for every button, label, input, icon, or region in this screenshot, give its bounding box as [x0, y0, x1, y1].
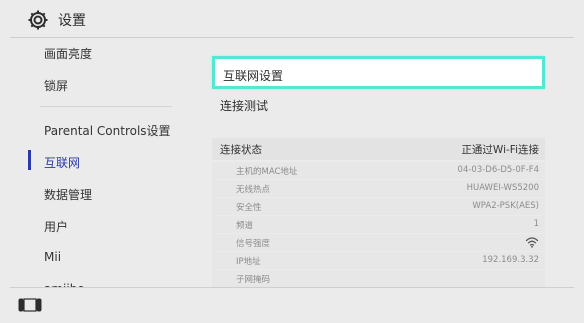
sidebar-item-parental-controls[interactable]: Parental Controls设置 — [44, 122, 171, 139]
info-row: IP地址 192.169.3.32 — [212, 252, 545, 269]
sidebar-item-lock-screen[interactable]: 锁屏 — [44, 77, 68, 94]
wifi-signal-icon — [525, 237, 539, 248]
info-row-value: 192.169.3.32 — [482, 255, 539, 265]
sidebar: 画面亮度 锁屏 Parental Controls设置 互联网 数据管理 用户 … — [0, 38, 190, 296]
info-row: 子网掩码 — [212, 270, 545, 287]
sidebar-item-brightness[interactable]: 画面亮度 — [44, 45, 92, 62]
connection-status-row: 连接状态 正通过Wi-Fi连接 — [212, 138, 545, 160]
info-row-value: WPA2-PSK(AES) — [472, 201, 539, 211]
info-row-label: IP地址 — [236, 257, 261, 267]
internet-settings-button[interactable]: 互联网设置 — [212, 56, 545, 89]
connection-info: 连接状态 正通过Wi-Fi连接 主机的MAC地址 04-03-D6-D5-0F-… — [212, 138, 545, 298]
sidebar-item-data-management[interactable]: 数据管理 — [44, 186, 92, 203]
info-row-value: 1 — [533, 219, 539, 229]
info-row-label: 频道 — [236, 221, 254, 231]
gear-icon — [28, 10, 48, 30]
info-row-value: 04-03-D6-D5-0F-F4 — [457, 165, 539, 175]
header-bar: 设置 — [0, 0, 584, 38]
info-row: 无线热点 HUAWEI-WS5200 — [212, 180, 545, 197]
sidebar-item-users[interactable]: 用户 — [44, 218, 68, 235]
footer-bar — [0, 288, 584, 323]
info-row: 频道 1 — [212, 216, 545, 233]
sidebar-item-mii[interactable]: Mii — [44, 250, 61, 264]
sidebar-active-marker — [28, 150, 31, 170]
info-row-label: 安全性 — [236, 203, 262, 213]
console-icon — [18, 298, 42, 312]
info-row-value: HUAWEI-WS5200 — [466, 183, 539, 193]
info-row-label: 子网掩码 — [236, 275, 271, 285]
info-row-label: 无线热点 — [236, 185, 271, 195]
sidebar-divider — [40, 106, 172, 107]
info-row: 主机的MAC地址 04-03-D6-D5-0F-F4 — [212, 162, 545, 179]
connection-test-button[interactable]: 连接测试 — [212, 90, 545, 123]
info-row-label: 信号强度 — [236, 239, 271, 249]
connection-test-label: 连接测试 — [220, 99, 269, 113]
info-row: 安全性 WPA2-PSK(AES) — [212, 198, 545, 215]
connection-status-label: 连接状态 — [220, 144, 262, 156]
info-row: 信号强度 — [212, 234, 545, 251]
info-row-label: 主机的MAC地址 — [236, 167, 298, 177]
connection-status-value: 正通过Wi-Fi连接 — [461, 144, 539, 156]
page-title: 设置 — [58, 13, 86, 29]
internet-settings-label: 互联网设置 — [223, 69, 284, 83]
sidebar-item-internet[interactable]: 互联网 — [44, 154, 80, 171]
